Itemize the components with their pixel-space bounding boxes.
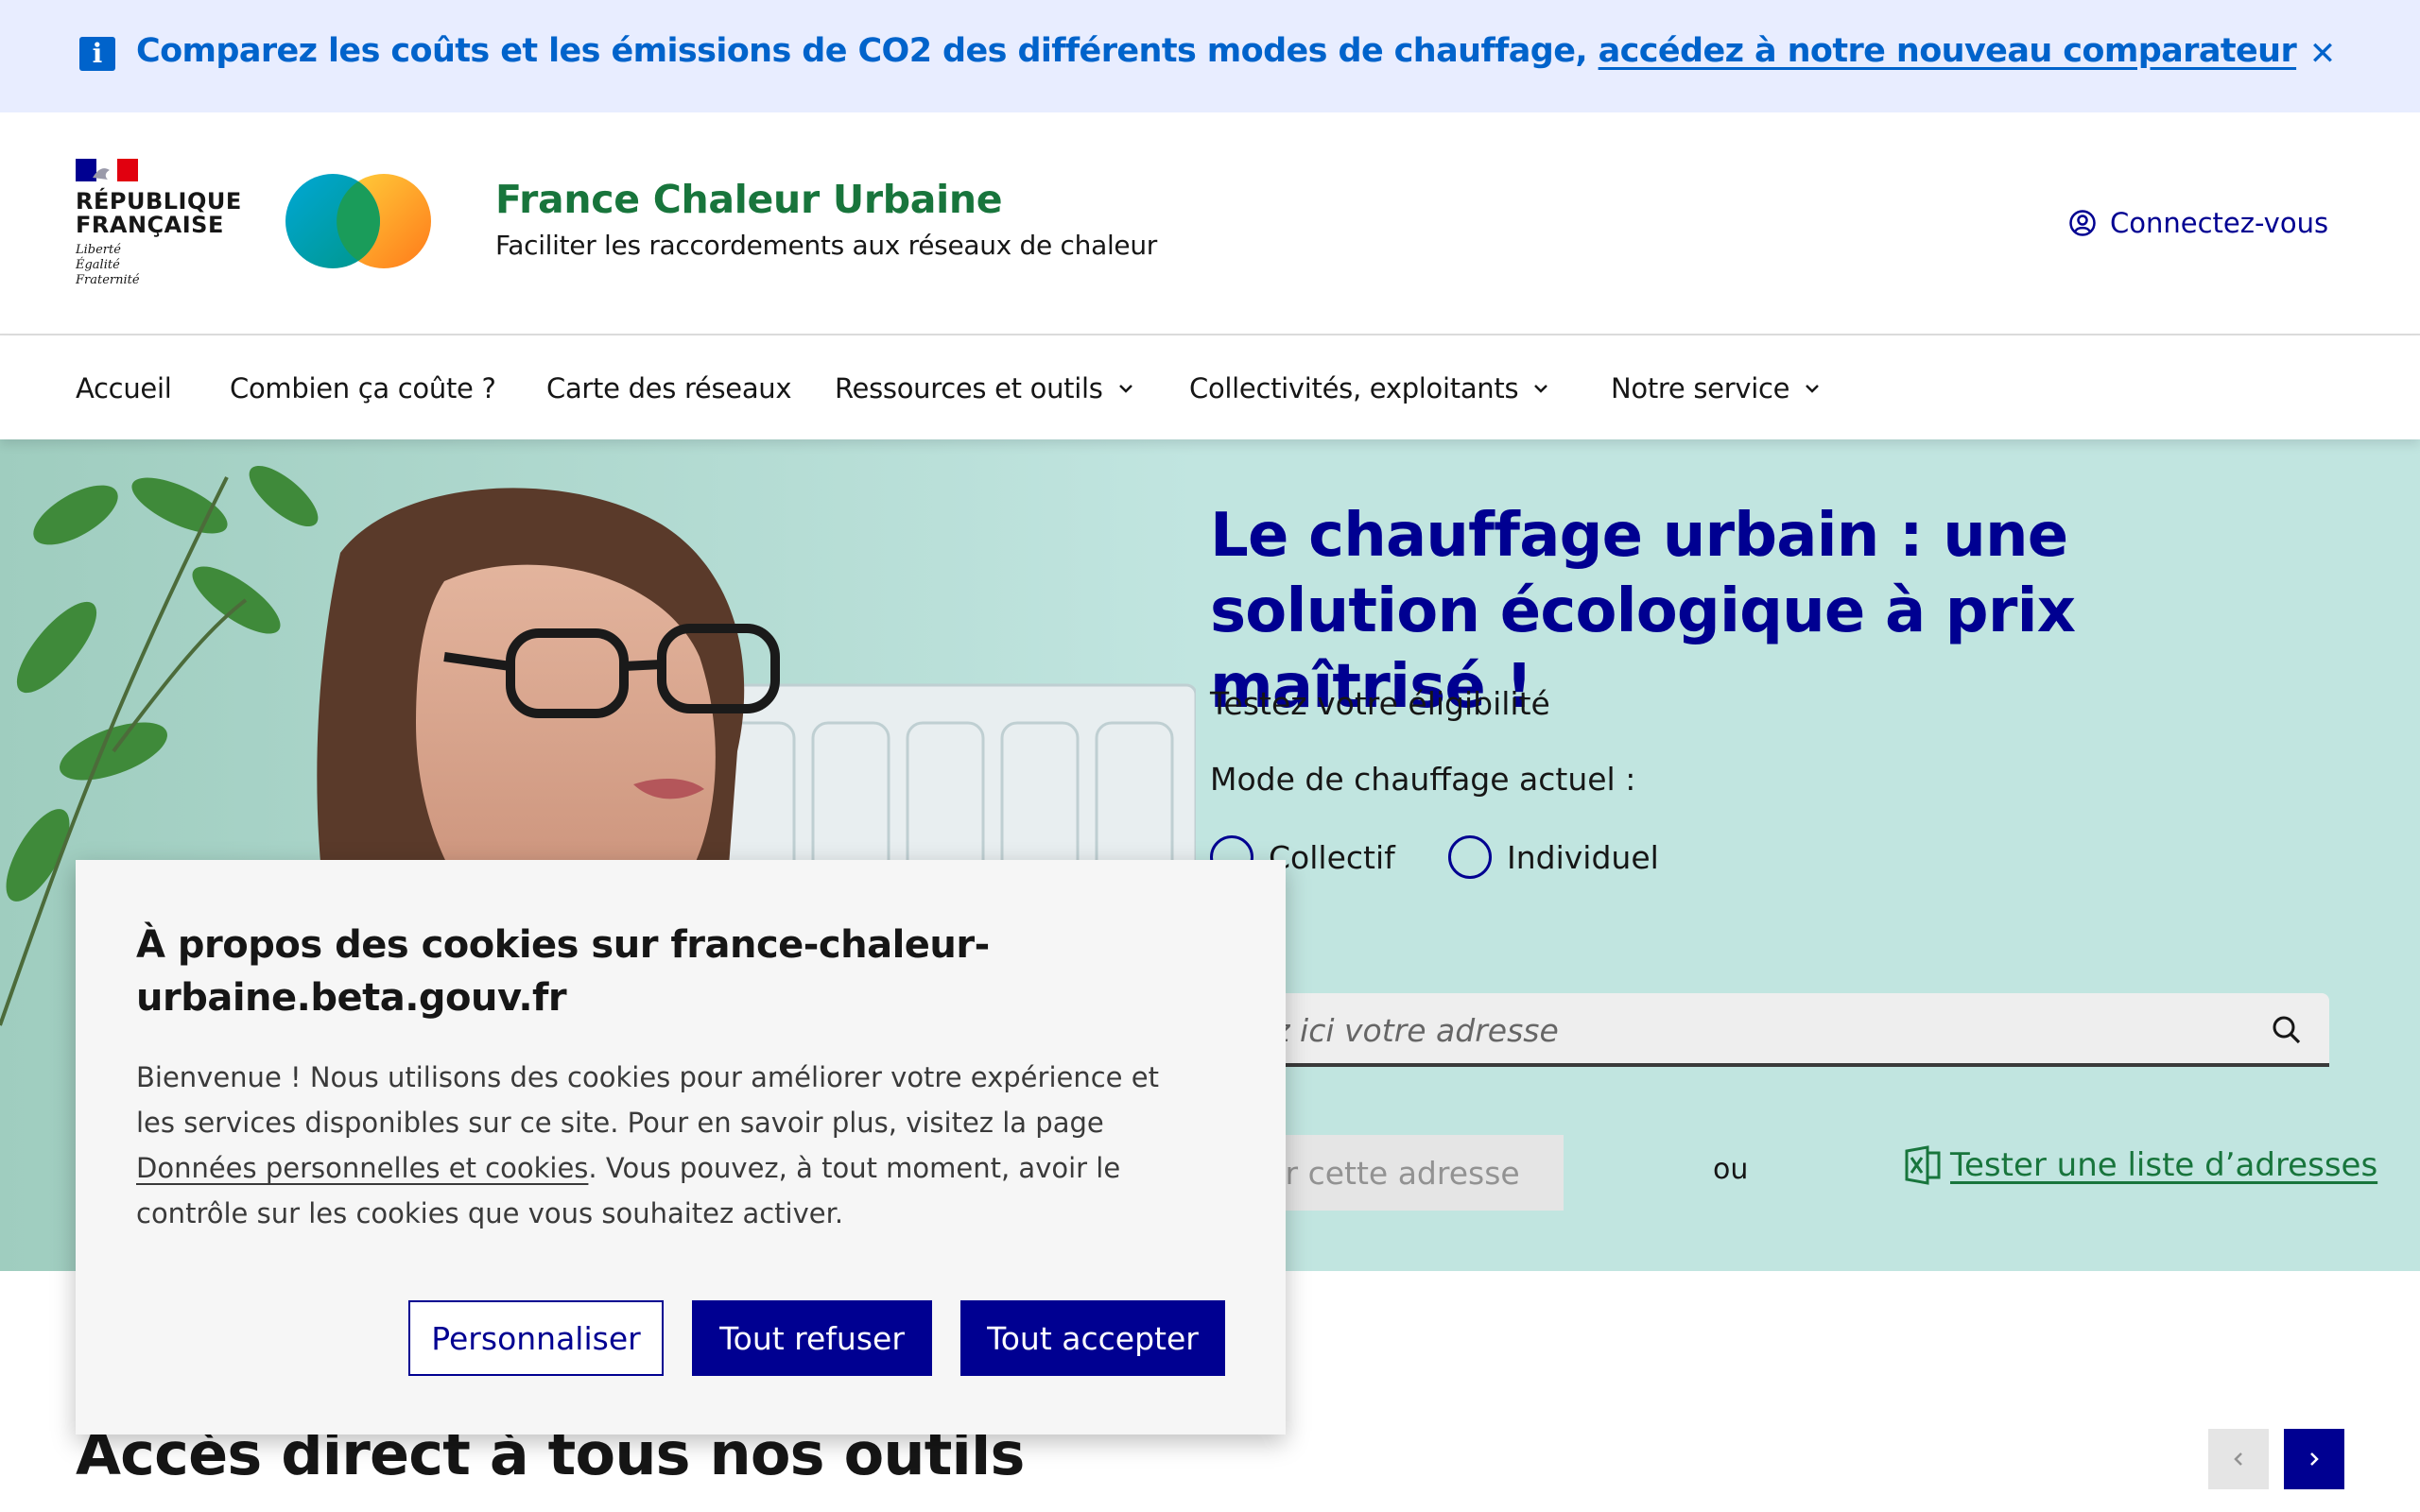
nav-item-label: Accueil xyxy=(76,372,172,404)
excel-link-label: Tester une liste d’adresses xyxy=(1950,1146,2378,1184)
chevron-right-icon xyxy=(2310,1452,2319,1466)
search-icon[interactable] xyxy=(2271,1014,2303,1046)
or-separator: ou xyxy=(1713,1153,1749,1186)
nav-item-label: Notre service xyxy=(1611,372,1790,404)
carousel-next-button[interactable] xyxy=(2284,1429,2344,1489)
comparator-link[interactable]: accédez à notre nouveau comparateur xyxy=(1599,32,2297,70)
nav-item-label: Collectivités, exploitants xyxy=(1189,372,1519,404)
radio-collectif-label: Collectif xyxy=(1269,838,1395,876)
login-label: Connectez-vous xyxy=(2110,207,2329,239)
cookie-body-text-1: Bienvenue ! Nous utilisons des cookies p… xyxy=(136,1061,1159,1139)
chevron-down-icon xyxy=(1534,385,1548,393)
republique-line-1: RÉPUBLIQUE xyxy=(76,188,242,215)
cookie-body: Bienvenue ! Nous utilisons des cookies p… xyxy=(136,1055,1195,1236)
nav-item-collectivites[interactable]: Collectivités, exploitants xyxy=(1189,362,1550,415)
chevron-down-icon xyxy=(1118,385,1132,393)
user-icon xyxy=(2069,210,2096,236)
site-tagline: Faciliter les raccordements aux réseaux … xyxy=(495,230,1158,261)
nav-item-ressources[interactable]: Ressources et outils xyxy=(835,362,1135,415)
brand-logo-icon[interactable] xyxy=(284,174,433,268)
notice-text: Comparez les coûts et les émissions de C… xyxy=(136,32,2297,70)
test-address-list-link[interactable]: Tester une liste d’adresses xyxy=(1903,1145,2377,1185)
site-header: RÉPUBLIQUE FRANÇAISE Liberté Égalité Fra… xyxy=(0,112,2420,335)
site-title[interactable]: France Chaleur Urbaine xyxy=(495,177,1003,222)
nav-item-notre-service[interactable]: Notre service xyxy=(1611,362,1822,415)
accept-all-cookies-button[interactable]: Tout accepter xyxy=(960,1300,1225,1376)
marianne-flag-icon xyxy=(76,159,138,181)
address-input[interactable]: pez ici votre adresse xyxy=(1210,993,2329,1067)
close-icon[interactable]: ✕ xyxy=(2297,28,2348,79)
hero-subtitle: Testez votre éligibilité xyxy=(1210,685,1550,722)
nav-item-label: Ressources et outils xyxy=(835,372,1103,404)
radio-circle[interactable] xyxy=(1448,835,1492,879)
heating-mode-label: Mode de chauffage actuel : xyxy=(1210,761,1636,798)
chevron-down-icon xyxy=(1806,385,1820,393)
nav-item-label: Carte des réseaux xyxy=(546,372,792,404)
motto-fraternite: Fraternité xyxy=(76,273,140,287)
motto: Liberté Égalité Fraternité xyxy=(76,243,140,288)
notice-message: Comparez les coûts et les émissions de C… xyxy=(136,32,1599,70)
login-button[interactable]: Connectez-vous xyxy=(2068,203,2328,243)
republique-line-2: FRANÇAISE xyxy=(76,212,224,238)
radio-individuel-label: Individuel xyxy=(1507,838,1659,876)
main-nav: Accueil Combien ça coûte ? Carte des rés… xyxy=(0,335,2420,439)
nav-item-accueil[interactable]: Accueil xyxy=(76,362,172,415)
notice-banner: i Comparez les coûts et les émissions de… xyxy=(0,0,2420,112)
excel-file-icon xyxy=(1905,1145,1941,1185)
motto-liberte: Liberté xyxy=(76,243,121,257)
cookie-title: À propos des cookies sur france-chaleur-… xyxy=(136,923,990,1020)
motto-egalite: Égalité xyxy=(76,258,120,272)
carousel-prev-button[interactable] xyxy=(2208,1429,2269,1489)
nav-item-label: Combien ça coûte ? xyxy=(230,372,496,404)
privacy-policy-link[interactable]: Données personnelles et cookies xyxy=(136,1152,588,1184)
radio-individuel[interactable]: Individuel xyxy=(1448,834,1659,880)
chevron-left-icon xyxy=(2234,1452,2242,1466)
nav-item-carte[interactable]: Carte des réseaux xyxy=(546,362,792,415)
customize-cookies-button[interactable]: Personnaliser xyxy=(408,1300,664,1376)
info-icon: i xyxy=(79,37,115,71)
refuse-all-cookies-button[interactable]: Tout refuser xyxy=(692,1300,932,1376)
cookie-consent-modal: À propos des cookies sur france-chaleur-… xyxy=(76,860,1286,1435)
nav-item-combien[interactable]: Combien ça coûte ? xyxy=(230,362,496,415)
